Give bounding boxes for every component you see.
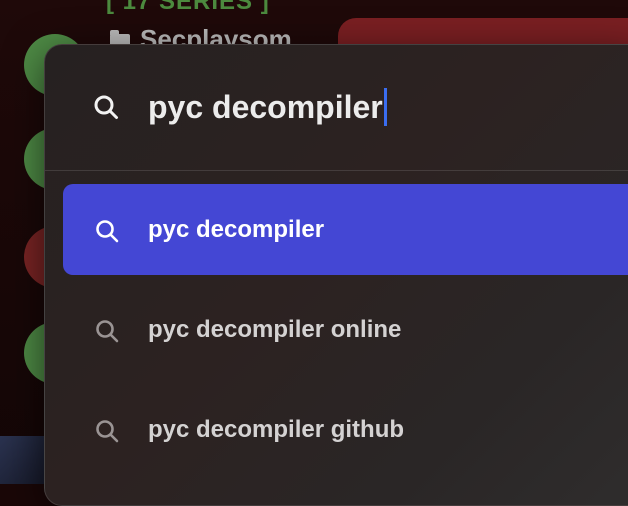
suggestion-item[interactable]: pyc decompiler github (63, 384, 628, 475)
background-thumbnail (0, 436, 44, 484)
suggestion-label: pyc decompiler online (148, 316, 402, 343)
suggestion-item[interactable]: pyc decompiler (63, 184, 628, 275)
suggestion-item[interactable]: pyc decompiler online (63, 284, 628, 375)
search-input[interactable]: pyc decompiler (148, 87, 387, 127)
search-icon (95, 319, 119, 343)
search-query-text: pyc decompiler (148, 89, 383, 125)
search-overlay: pyc decompiler pyc decompiler pyc decomp… (44, 44, 628, 506)
text-caret (383, 88, 387, 126)
background-header-text: [ 17 SERIES ] (106, 0, 270, 15)
suggestion-list: pyc decompiler pyc decompiler online pyc… (63, 184, 628, 484)
search-icon (95, 419, 119, 443)
search-bar[interactable]: pyc decompiler (45, 45, 628, 169)
suggestion-label: pyc decompiler (148, 216, 325, 243)
search-icon (93, 94, 119, 120)
search-divider (45, 170, 628, 171)
search-icon (95, 219, 119, 243)
suggestion-label: pyc decompiler github (148, 416, 405, 443)
